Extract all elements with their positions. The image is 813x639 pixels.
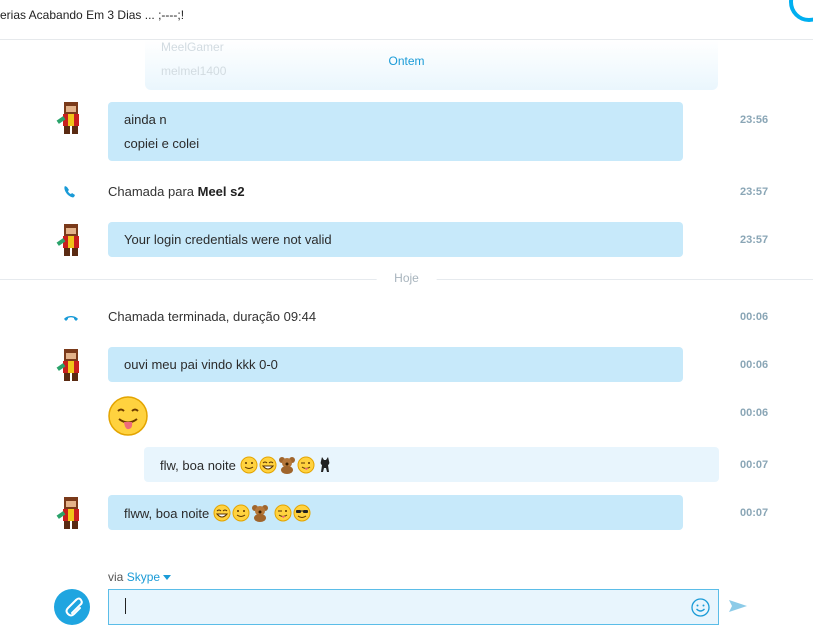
avatar[interactable]: [54, 495, 88, 531]
send-via-selector[interactable]: via Skype: [108, 570, 172, 584]
call-text: Chamada para Meel s2: [108, 184, 245, 199]
message-text: copiei e colei: [124, 136, 200, 151]
tongue-wink-emoticon-icon: [274, 504, 292, 522]
message-input[interactable]: [109, 590, 679, 624]
via-label: via: [108, 570, 127, 584]
call-prefix: Chamada para: [108, 184, 198, 199]
call-contact-name[interactable]: Meel s2: [198, 184, 245, 199]
teddy-bear-emoticon-icon: [252, 505, 269, 522]
smile-emoticon-icon: [240, 456, 258, 474]
smile-emoticon-icon: [232, 504, 250, 522]
message-text: flw, boa noite: [160, 456, 335, 474]
message-bubble[interactable]: flww, boa noite: [108, 495, 683, 530]
message-bubble[interactable]: ouvi meu pai vindo kkk 0-0: [108, 347, 683, 382]
message-text-content: flw, boa noite: [160, 457, 236, 473]
message-text: flww, boa noite: [124, 504, 312, 522]
send-icon[interactable]: [728, 598, 748, 614]
grin-emoticon-icon: [259, 456, 277, 474]
conversation-title: erias Acabando Em 3 Dias ... ;----;!: [0, 8, 185, 22]
date-divider-today: Hoje: [0, 271, 813, 287]
sunglasses-emoticon-icon: [293, 504, 311, 522]
message-timestamp: 23:56: [740, 114, 769, 126]
phone-hangup-icon: [64, 316, 78, 321]
call-event: Chamada para Meel s2: [62, 182, 702, 202]
chevron-down-icon[interactable]: [163, 575, 172, 581]
message-timestamp: 23:57: [740, 186, 769, 198]
conversation-header: erias Acabando Em 3 Dias ... ;----;!: [0, 0, 813, 40]
message-timestamp: 00:07: [740, 507, 769, 519]
avatar[interactable]: [54, 222, 88, 258]
call-ended-event: Chamada terminada, duração 09:44: [62, 307, 702, 327]
message-timestamp: 23:57: [740, 234, 769, 246]
date-divider-yesterday: Ontem: [0, 54, 813, 70]
avatar[interactable]: [54, 347, 88, 383]
emoticon-icon[interactable]: [691, 598, 710, 617]
avatar[interactable]: [54, 100, 88, 136]
call-text: Chamada terminada, duração 09:44: [108, 309, 317, 324]
emoticon-group: [213, 504, 312, 522]
date-label: Ontem: [388, 54, 425, 68]
message-timestamp: 00:06: [740, 407, 769, 419]
text-cursor: [125, 598, 126, 614]
phone-icon: [64, 186, 75, 198]
message-composer[interactable]: [108, 589, 719, 625]
emoticon-group: [240, 456, 335, 474]
grin-emoticon-icon: [213, 504, 231, 522]
faded-message-line: MeelGamer: [161, 40, 224, 54]
message-bubble[interactable]: Your login credentials were not valid: [108, 222, 683, 257]
tongue-face-emoticon-icon[interactable]: [107, 395, 149, 437]
message-timestamp: 00:07: [740, 459, 769, 471]
message-bubble[interactable]: ainda n copiei e colei: [108, 102, 683, 161]
message-text-content: flww, boa noite: [124, 505, 210, 521]
outgoing-message-bubble[interactable]: flw, boa noite: [144, 447, 719, 482]
attach-button[interactable]: [54, 589, 90, 625]
teddy-bear-emoticon-icon: [278, 457, 295, 474]
attach-icon: [65, 597, 83, 617]
message-timestamp: 00:06: [740, 311, 769, 323]
message-timestamp: 00:06: [740, 359, 769, 371]
message-text: ainda n: [124, 112, 167, 127]
cat-emoticon-icon: [320, 457, 330, 472]
message-text: ouvi meu pai vindo kkk 0-0: [124, 357, 278, 372]
date-label: Hoje: [376, 271, 437, 285]
skype-status-icon[interactable]: [789, 0, 813, 22]
tongue-wink-emoticon-icon: [297, 456, 315, 474]
via-service[interactable]: Skype: [127, 570, 160, 584]
message-text: Your login credentials were not valid: [124, 232, 332, 247]
